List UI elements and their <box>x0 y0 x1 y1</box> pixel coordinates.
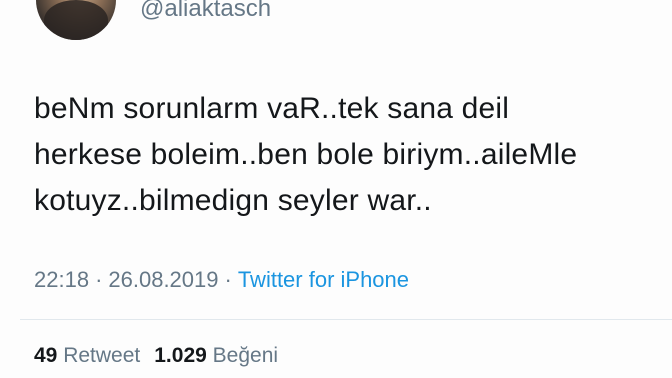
divider <box>20 319 672 320</box>
likes-stat[interactable]: 1.029 Beğeni <box>154 344 278 367</box>
likes-count: 1.029 <box>154 344 207 367</box>
retweets-label: Retweet <box>63 344 141 367</box>
retweets-stat[interactable]: 49 Retweet <box>34 344 140 367</box>
tweet-text: beNm sorunlarm vaR..tek sana deil herkes… <box>34 86 654 224</box>
retweets-count: 49 <box>34 344 58 367</box>
tweet-text-line: beNm sorunlarm vaR..tek sana deil <box>34 92 510 125</box>
tweet-time[interactable]: 22:18 <box>34 267 89 292</box>
likes-label: Beğeni <box>212 344 279 367</box>
avatar-figure <box>44 0 108 40</box>
meta-separator: · <box>224 267 232 292</box>
tweet-date[interactable]: 26.08.2019 <box>108 267 218 292</box>
tweet-card: @aliaktasch beNm sorunlarm vaR..tek sana… <box>0 0 672 378</box>
tweet-text-line: kotuyz..bilmedign seyler war.. <box>34 184 432 217</box>
avatar[interactable] <box>36 0 116 40</box>
user-handle[interactable]: @aliaktasch <box>140 0 271 24</box>
tweet-text-line: herkese boleim..ben bole biriym..aileMle <box>34 138 578 171</box>
tweet-source-link[interactable]: Twitter for iPhone <box>238 267 409 292</box>
meta-separator: · <box>95 267 103 292</box>
tweet-meta: 22:18 · 26.08.2019 · Twitter for iPhone <box>34 266 409 294</box>
tweet-stats: 49 Retweet 1.029 Beğeni <box>34 343 292 369</box>
